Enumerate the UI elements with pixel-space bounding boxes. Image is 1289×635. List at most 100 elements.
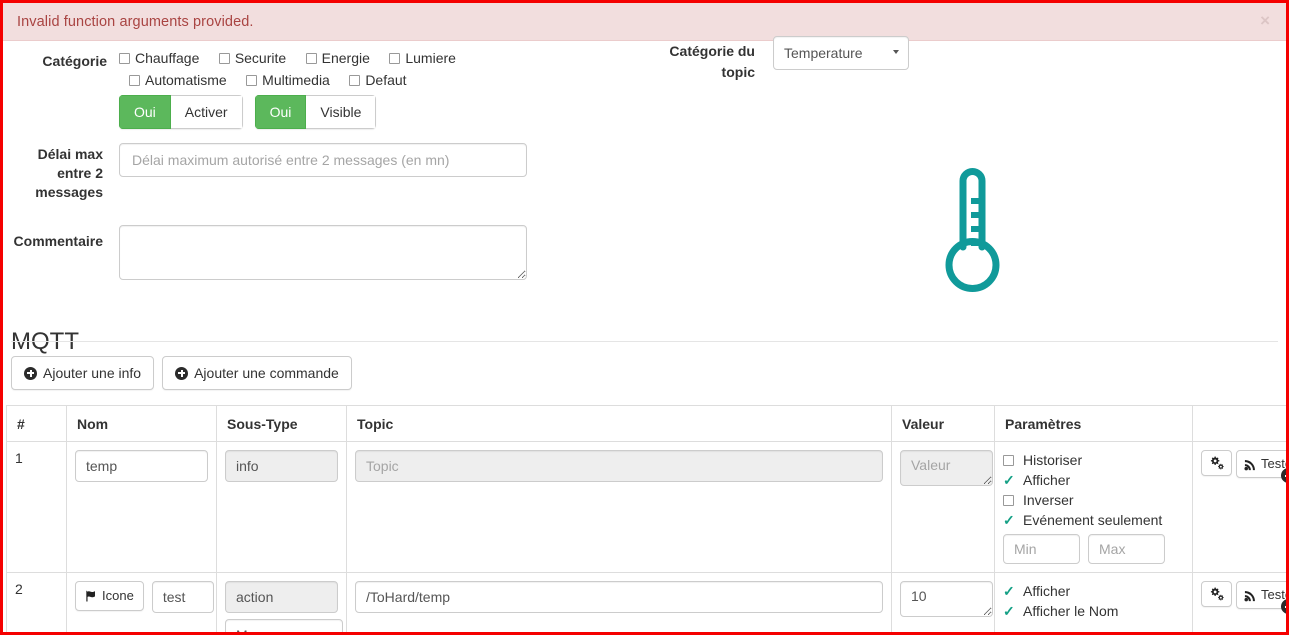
param-label: Historiser xyxy=(1023,452,1083,468)
param-inverser[interactable]: Inverser xyxy=(1003,490,1184,510)
plus-circle-icon xyxy=(24,366,37,380)
remove-row-button[interactable] xyxy=(1281,468,1286,483)
param-afficher-le-nom[interactable]: ✓ Afficher le Nom xyxy=(1003,601,1184,621)
param-label: Afficher xyxy=(1023,583,1071,599)
checkbox-label: Multimedia xyxy=(262,72,330,88)
thermometer-icon xyxy=(941,161,1003,302)
checkbox-securite[interactable]: Securite xyxy=(218,47,287,69)
checkbox-box-icon xyxy=(218,53,230,64)
toggle-group-container: Oui Activer Oui Visible xyxy=(119,95,377,129)
table-row: 1 Historiser xyxy=(6,441,1286,573)
checkmark-icon: ✓ xyxy=(1003,603,1015,619)
cell-num: 1 xyxy=(6,441,67,573)
checkbox-chauffage[interactable]: Chauffage xyxy=(119,47,199,69)
alert-close-button[interactable]: × xyxy=(1254,11,1276,30)
checkbox-unchecked-icon xyxy=(1003,490,1023,510)
row-number: 1 xyxy=(15,450,23,466)
param-historiser[interactable]: Historiser xyxy=(1003,450,1184,470)
topic-category-value: Temperature xyxy=(784,45,863,61)
topic-input[interactable] xyxy=(355,581,883,613)
checkbox-defaut[interactable]: Defaut xyxy=(349,69,407,91)
configure-button[interactable] xyxy=(1201,581,1232,607)
checkmark-icon: ✓ xyxy=(1003,512,1015,528)
param-afficher[interactable]: ✓ Afficher xyxy=(1003,581,1184,601)
checkbox-lumiere[interactable]: Lumiere xyxy=(389,47,456,69)
param-label: Afficher xyxy=(1023,472,1071,488)
row-action-buttons: Tester xyxy=(1201,450,1286,478)
chevron-down-icon xyxy=(893,50,899,54)
param-list: Historiser ✓ Afficher Inverser ✓ Evéneme… xyxy=(1003,450,1184,564)
name-input[interactable] xyxy=(75,450,208,482)
cell-name xyxy=(66,441,217,573)
checkbox-box-icon xyxy=(349,75,361,86)
col-header-actions xyxy=(1192,405,1286,442)
category-label: Catégorie xyxy=(42,53,107,69)
toggle-visible-off[interactable]: Visible xyxy=(306,95,377,129)
add-command-button[interactable]: Ajouter une commande xyxy=(162,356,352,390)
table-header-row: # Nom Sous-Type Topic Valeur Paramètres xyxy=(6,405,1286,442)
col-header-num: # xyxy=(6,405,67,442)
request-type-select[interactable]: Message xyxy=(225,619,343,632)
delay-input[interactable] xyxy=(119,143,527,177)
param-evenement-seulement[interactable]: ✓ Evénement seulement xyxy=(1003,510,1184,530)
checkbox-energie[interactable]: Energie xyxy=(305,47,370,69)
checkbox-label: Securite xyxy=(234,50,287,66)
flag-icon xyxy=(86,590,96,602)
comment-label: Commentaire xyxy=(13,233,103,249)
category-line-2: Automatisme Multimedia Defaut xyxy=(119,69,659,91)
checkbox-box-icon xyxy=(129,75,140,86)
add-info-label: Ajouter une info xyxy=(43,365,142,381)
minmax-group xyxy=(1003,534,1184,564)
checkbox-label: Defaut xyxy=(365,72,407,88)
name-input[interactable] xyxy=(151,581,214,613)
row-action-buttons: Tester xyxy=(1201,581,1286,609)
category-checkbox-group: Chauffage Securite Energie Lumiere Autom… xyxy=(119,47,659,91)
add-info-button[interactable]: Ajouter une info xyxy=(11,356,155,390)
checkbox-label: Energie xyxy=(321,50,370,66)
topic-category-select[interactable]: Temperature xyxy=(773,36,909,70)
cogs-icon xyxy=(1210,456,1224,470)
checkbox-box-icon xyxy=(119,53,130,64)
toggle-visible-on[interactable]: Oui xyxy=(254,95,307,129)
subtype-input xyxy=(225,581,338,613)
error-alert: Invalid function arguments provided. × xyxy=(3,3,1286,41)
cell-name: Icone xyxy=(66,572,217,632)
remove-row-button[interactable] xyxy=(1281,599,1286,614)
value-textarea[interactable]: 10 xyxy=(900,581,993,617)
add-command-label: Ajouter une commande xyxy=(194,365,339,381)
toggle-activer[interactable]: Oui Activer xyxy=(119,95,243,129)
value-textarea xyxy=(900,450,993,486)
topic-category-label: Catégorie du topic xyxy=(669,43,755,80)
cell-num: 2 xyxy=(6,572,67,632)
icon-picker-button[interactable]: Icone xyxy=(75,581,144,611)
checkbox-box-icon xyxy=(305,53,317,64)
comment-textarea[interactable] xyxy=(119,225,527,280)
max-input[interactable] xyxy=(1088,534,1165,564)
param-afficher[interactable]: ✓ Afficher xyxy=(1003,470,1184,490)
cell-subtype xyxy=(216,441,347,573)
min-input[interactable] xyxy=(1003,534,1080,564)
toggle-activer-on[interactable]: Oui xyxy=(119,95,171,129)
topic-input[interactable] xyxy=(355,450,883,482)
category-line-1: Chauffage Securite Energie Lumiere xyxy=(119,47,659,69)
param-label: Evénement seulement xyxy=(1023,512,1163,528)
cell-params: ✓ Afficher ✓ Afficher le Nom xyxy=(994,572,1193,632)
configure-button[interactable] xyxy=(1201,450,1232,476)
checkbox-automatisme[interactable]: Automatisme xyxy=(129,69,227,91)
cell-params: Historiser ✓ Afficher Inverser ✓ Evéneme… xyxy=(994,441,1193,573)
table-head: # Nom Sous-Type Topic Valeur Paramètres xyxy=(6,405,1286,442)
cell-topic xyxy=(346,572,892,632)
mqtt-commands-table: # Nom Sous-Type Topic Valeur Paramètres … xyxy=(6,405,1286,632)
page-viewport: Invalid function arguments provided. × C… xyxy=(0,0,1289,635)
alert-message: Invalid function arguments provided. xyxy=(17,13,254,30)
checkbox-box-icon xyxy=(246,75,258,86)
cell-actions: Tester xyxy=(1192,441,1286,573)
toggle-activer-off[interactable]: Activer xyxy=(170,95,243,129)
toggle-visible[interactable]: Oui Visible xyxy=(254,95,377,129)
col-header-value: Valeur xyxy=(891,405,995,442)
cell-value: 10 xyxy=(891,572,995,632)
checkbox-multimedia[interactable]: Multimedia xyxy=(246,69,330,91)
checkmark-icon: ✓ xyxy=(1003,583,1015,599)
checkbox-box-icon xyxy=(389,53,401,64)
col-header-name: Nom xyxy=(66,405,217,442)
